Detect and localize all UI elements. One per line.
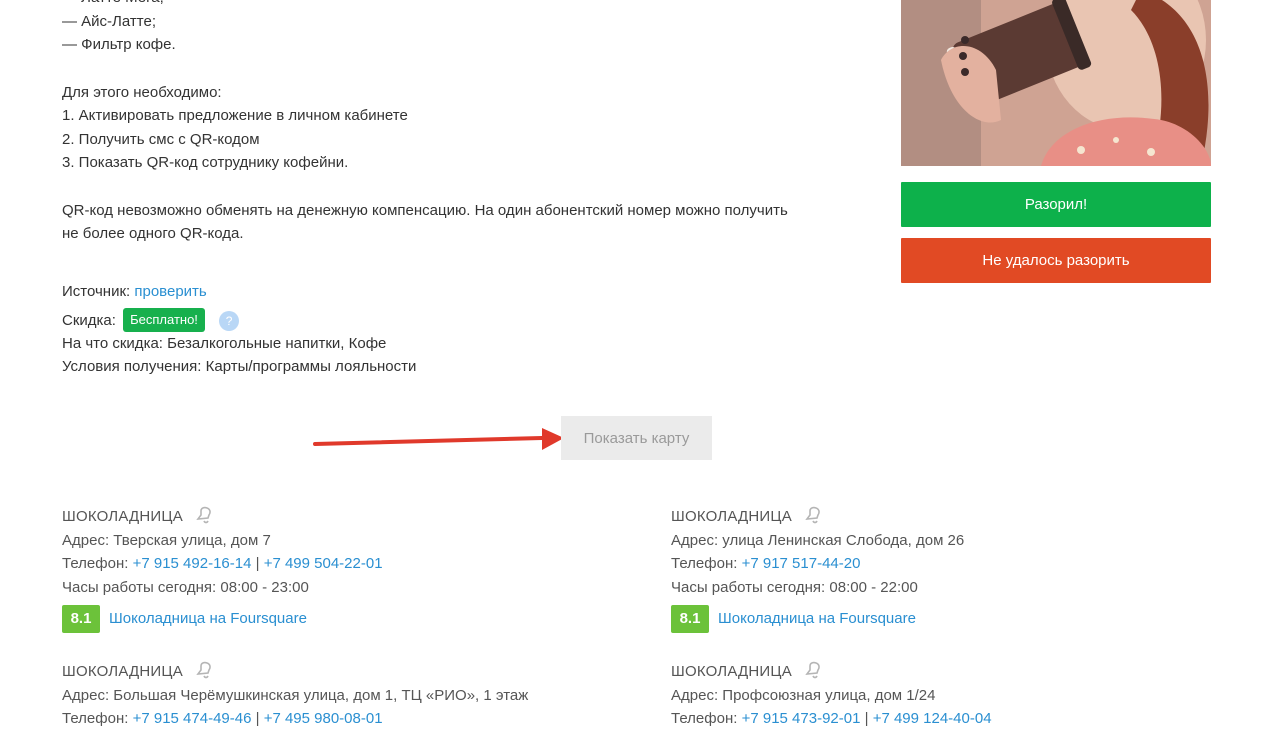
conditions-value: Карты/программы лояльности <box>205 358 417 375</box>
step-item: 3. Показать QR-код сотруднику кофейни. <box>62 154 349 171</box>
store-address: Адрес: Профсоюзная улица, дом 1/24 <box>671 686 936 704</box>
note-text: QR-код невозможно обменять на денежную к… <box>62 201 788 219</box>
discount-line: Скидка: Бесплатно! ? <box>62 308 240 332</box>
store-phones: Телефон: +7 915 473-92-01 | +7 499 124-4… <box>671 710 992 727</box>
rating-badge: 8.1 <box>62 605 100 633</box>
store-name: ШОКОЛАДНИЦА <box>62 508 183 525</box>
phone-link[interactable]: +7 917 517-44-20 <box>742 555 861 572</box>
store-card: ШОКОЛАДНИЦА Адрес: Большая Черёмушкинска… <box>62 660 528 731</box>
list-item: — Латте Мега; <box>62 0 882 10</box>
category-line: На что скидка: Безалкогольные напитки, К… <box>62 334 386 354</box>
note-text: не более одного QR-кода. <box>62 225 244 242</box>
store-phones: Телефон: +7 915 474-49-46 | +7 495 980-0… <box>62 710 383 727</box>
list-item: — Фильтр кофе. <box>62 36 176 53</box>
store-name: ШОКОЛАДНИЦА <box>62 663 183 680</box>
step-item: 1. Активировать предложение в личном каб… <box>62 107 408 124</box>
store-card: ШОКОЛАДНИЦА Адрес: улица Ленинская Слобо… <box>671 505 964 633</box>
rating-badge: 8.1 <box>671 605 709 633</box>
phone-link[interactable]: +7 499 504-22-01 <box>264 555 383 572</box>
success-button[interactable]: Разорил! <box>901 182 1211 227</box>
list-item: — Айс-Латте; <box>62 12 156 30</box>
phone-link[interactable]: +7 915 492-16-14 <box>133 555 252 572</box>
steps-title: Для этого необходимо: <box>62 83 222 101</box>
conditions-label: Условия получения: <box>62 358 202 375</box>
phone-link[interactable]: +7 915 474-49-46 <box>133 710 252 727</box>
show-map-button[interactable]: Показать карту <box>561 416 712 460</box>
phone-link[interactable]: +7 499 124-40-04 <box>873 710 992 727</box>
bell-icon[interactable] <box>804 506 824 524</box>
help-icon[interactable]: ? <box>219 311 240 331</box>
discount-badge: Бесплатно! <box>123 308 205 332</box>
fail-button[interactable]: Не удалось разорить <box>901 238 1211 283</box>
arrow-annotation <box>313 428 564 450</box>
source-line: Источник: проверить <box>62 282 207 302</box>
store-phones: Телефон: +7 917 517-44-20 <box>671 555 861 572</box>
offer-description: — Латте Мега; — Айс-Латте; — Фильтр кофе… <box>62 0 882 246</box>
bell-icon[interactable] <box>804 661 824 679</box>
bell-icon[interactable] <box>195 506 215 524</box>
foursquare-link[interactable]: Шоколадница на Foursquare <box>718 607 916 631</box>
store-name: ШОКОЛАДНИЦА <box>671 508 792 525</box>
store-hours: Часы работы сегодня: 08:00 - 23:00 <box>62 578 309 596</box>
store-card: ШОКОЛАДНИЦА Адрес: Тверская улица, дом 7… <box>62 505 383 633</box>
phone-link[interactable]: +7 495 980-08-01 <box>264 710 383 727</box>
source-link[interactable]: проверить <box>134 283 206 300</box>
store-hours: Часы работы сегодня: 08:00 - 22:00 <box>671 578 918 596</box>
foursquare-link[interactable]: Шоколадница на Foursquare <box>109 607 307 631</box>
store-card: ШОКОЛАДНИЦА Адрес: Профсоюзная улица, до… <box>671 660 992 731</box>
conditions-line: Условия получения: Карты/программы лояль… <box>62 357 416 377</box>
store-address: Адрес: улица Ленинская Слобода, дом 26 <box>671 531 965 549</box>
store-address: Адрес: Тверская улица, дом 7 <box>62 531 271 549</box>
store-name: ШОКОЛАДНИЦА <box>671 663 792 680</box>
phone-link[interactable]: +7 915 473-92-01 <box>742 710 861 727</box>
category-value: Безалкогольные напитки, Кофе <box>167 335 387 352</box>
store-address: Адрес: Большая Черёмушкинская улица, дом… <box>62 686 529 704</box>
store-phones: Телефон: +7 915 492-16-14 | +7 499 504-2… <box>62 555 383 572</box>
source-label: Источник: <box>62 283 131 300</box>
discount-label: Скидка: <box>62 312 116 329</box>
step-item: 2. Получить смс с QR-кодом <box>62 130 260 148</box>
bell-icon[interactable] <box>195 661 215 679</box>
category-label: На что скидка: <box>62 335 163 352</box>
offer-photo <box>901 0 1211 166</box>
